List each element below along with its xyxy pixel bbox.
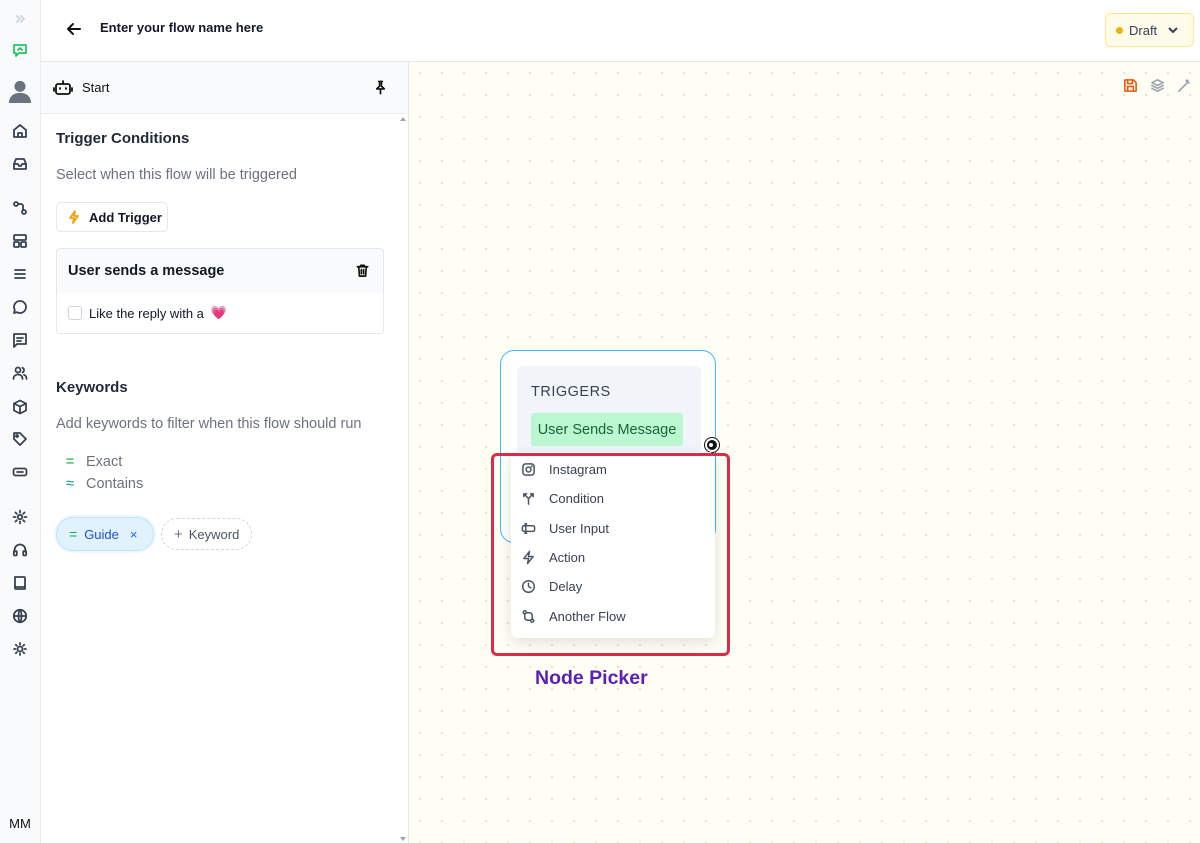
- match-option-label: Contains: [86, 475, 144, 492]
- left-nav-rail: MM: [0, 0, 41, 843]
- list-icon[interactable]: [9, 263, 31, 285]
- chevron-down-icon: [1168, 27, 1178, 34]
- connection-handle[interactable]: [705, 438, 719, 452]
- pin-icon[interactable]: [373, 80, 388, 100]
- trigger-conditions-subtitle: Select when this flow will be triggered: [56, 167, 297, 183]
- trigger-card-header: User sends a message: [57, 249, 383, 293]
- trigger-card-title: User sends a message: [68, 263, 225, 279]
- keywords-title: Keywords: [56, 379, 128, 396]
- keywords-subtitle: Add keywords to filter when this flow sh…: [56, 416, 362, 432]
- trash-icon[interactable]: [355, 263, 370, 282]
- trigger-pill[interactable]: User Sends Message: [531, 413, 683, 446]
- user-initials[interactable]: MM: [0, 816, 40, 831]
- lightning-icon: [69, 210, 79, 224]
- flow-icon[interactable]: [9, 39, 31, 61]
- trigger-node-body: TRIGGERS User Sends Message: [517, 366, 701, 454]
- comments-icon[interactable]: [9, 329, 31, 351]
- node-settings-panel: Start Trigger Conditions Select when thi…: [41, 62, 409, 843]
- inbox-icon[interactable]: [9, 153, 31, 175]
- home-icon[interactable]: [9, 120, 31, 142]
- top-header: Enter your flow name here Draft: [41, 0, 1200, 62]
- magic-wand-icon[interactable]: [1177, 78, 1192, 93]
- automation-icon[interactable]: [9, 197, 31, 219]
- add-trigger-button[interactable]: Add Trigger: [56, 202, 168, 232]
- trigger-conditions-title: Trigger Conditions: [56, 130, 190, 147]
- plus-icon: +: [174, 525, 183, 543]
- contacts-icon[interactable]: [9, 362, 31, 384]
- language-icon[interactable]: [9, 605, 31, 627]
- like-reply-label: Like the reply with a: [89, 305, 204, 321]
- save-icon[interactable]: [1123, 78, 1138, 93]
- node-picker-highlight: [491, 453, 730, 656]
- package-icon[interactable]: [9, 396, 31, 418]
- equals-icon: =: [65, 453, 75, 470]
- heart-emoji: 💗: [210, 305, 228, 320]
- scroll-up-arrow[interactable]: [400, 117, 406, 121]
- match-option-contains[interactable]: ≈ Contains: [63, 475, 143, 492]
- theme-icon[interactable]: [9, 638, 31, 660]
- keyword-chip-label: Guide: [84, 526, 119, 542]
- status-dot: [1116, 26, 1123, 34]
- node-picker-annotation: Node Picker: [535, 667, 648, 689]
- add-trigger-label: Add Trigger: [89, 209, 162, 225]
- equals-icon: =: [69, 526, 78, 542]
- arrow-left-icon: [67, 23, 81, 35]
- chat-icon[interactable]: [9, 296, 31, 318]
- like-reply-option: Like the reply with a 💗: [57, 293, 383, 321]
- canvas-toolbar: [1123, 78, 1192, 93]
- collapse-icon[interactable]: [9, 8, 31, 30]
- add-keyword-button[interactable]: + Keyword: [161, 518, 252, 550]
- back-button[interactable]: [65, 20, 83, 38]
- layers-icon[interactable]: [1150, 78, 1165, 93]
- flow-name-input[interactable]: Enter your flow name here: [100, 20, 263, 35]
- docs-icon[interactable]: [9, 572, 31, 594]
- panel-title: Start: [82, 80, 110, 95]
- keyword-chip-guide[interactable]: = Guide ×: [56, 517, 154, 551]
- status-dropdown[interactable]: Draft: [1105, 13, 1194, 47]
- remove-keyword-icon[interactable]: ×: [130, 527, 138, 542]
- tag-icon[interactable]: [9, 428, 31, 450]
- trigger-card: User sends a message Like the reply with…: [56, 248, 384, 334]
- like-reply-checkbox[interactable]: [68, 306, 82, 320]
- integration-icon[interactable]: [9, 461, 31, 483]
- approx-icon: ≈: [65, 475, 75, 492]
- templates-icon[interactable]: [9, 230, 31, 252]
- status-label: Draft: [1129, 22, 1158, 38]
- trigger-node-heading: TRIGGERS: [531, 384, 611, 400]
- add-keyword-label: Keyword: [188, 526, 240, 542]
- scroll-down-arrow[interactable]: [400, 837, 406, 841]
- panel-header: Start: [41, 62, 408, 114]
- support-icon[interactable]: [9, 539, 31, 561]
- avatar[interactable]: [6, 78, 34, 104]
- match-option-label: Exact: [86, 453, 123, 470]
- flow-canvas[interactable]: TRIGGERS User Sends Message Instagram Co…: [409, 62, 1200, 843]
- match-option-exact[interactable]: = Exact: [63, 453, 123, 470]
- settings-icon[interactable]: [9, 506, 31, 528]
- bot-icon: [53, 78, 73, 103]
